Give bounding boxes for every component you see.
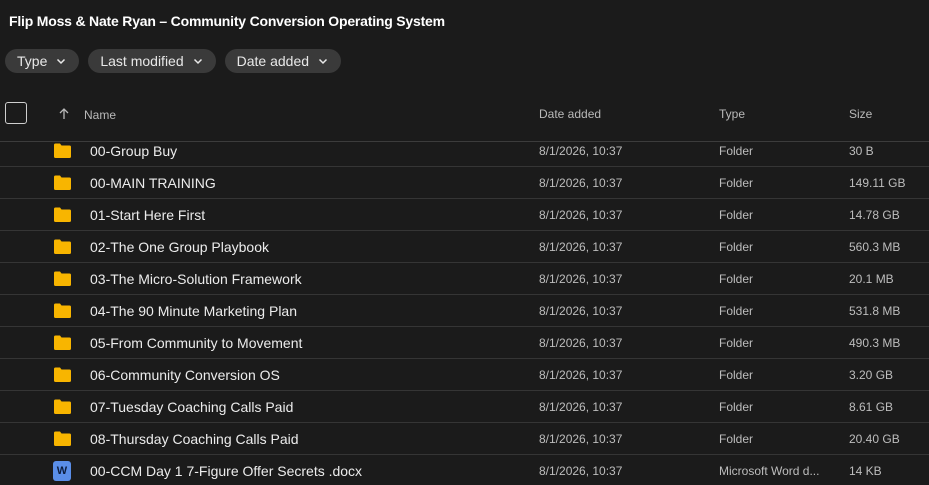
file-size: 3.20 GB	[849, 368, 894, 382]
file-type: Folder	[719, 304, 754, 318]
folder-icon	[54, 239, 71, 254]
file-type: Folder	[719, 208, 754, 222]
table-row[interactable]: W 00-CCM Day 1 7-Figure Offer Secrets .do…	[0, 455, 929, 485]
file-name: 06-Community Conversion OS	[90, 367, 280, 383]
table-row[interactable]: 05-From Community to Movement 8/1/2026, 1…	[0, 327, 929, 359]
filter-last-modified-button[interactable]: Last modified	[88, 49, 216, 73]
file-date-added: 8/1/2026, 10:37	[539, 432, 623, 446]
file-size: 14.78 GB	[849, 208, 900, 222]
filter-bar: Type Last modified Date added	[5, 49, 342, 73]
file-type: Folder	[719, 368, 754, 382]
file-size: 20.1 MB	[849, 272, 894, 286]
file-size: 14 KB	[849, 464, 882, 478]
table-row[interactable]: 00-Group Buy 8/1/2026, 10:37 Folder 30 B	[0, 135, 929, 167]
table-row[interactable]: 00-MAIN TRAINING 8/1/2026, 10:37 Folder 149…	[0, 167, 929, 199]
column-header-name[interactable]: Name	[84, 108, 116, 122]
table-row[interactable]: 02-The One Group Playbook 8/1/2026, 10:37…	[0, 231, 929, 263]
file-size: 8.61 GB	[849, 400, 894, 414]
folder-icon	[54, 431, 71, 446]
file-type: Folder	[719, 432, 754, 446]
file-size: 531.8 MB	[849, 304, 901, 318]
file-date-added: 8/1/2026, 10:37	[539, 144, 623, 158]
table-row[interactable]: 06-Community Conversion OS 8/1/2026, 10:3…	[0, 359, 929, 391]
file-date-added: 8/1/2026, 10:37	[539, 176, 623, 190]
filter-type-button[interactable]: Type	[5, 49, 80, 73]
file-name: 07-Tuesday Coaching Calls Paid	[90, 399, 294, 415]
table-row[interactable]: 01-Start Here First 8/1/2026, 10:37 Folder…	[0, 199, 929, 231]
file-name: 00-Group Buy	[90, 143, 178, 159]
table-row[interactable]: 07-Tuesday Coaching Calls Paid 8/1/2026, …	[0, 391, 929, 423]
file-size: 560.3 MB	[849, 240, 901, 254]
file-size: 490.3 MB	[849, 336, 901, 350]
select-all-checkbox[interactable]	[5, 102, 27, 124]
file-date-added: 8/1/2026, 10:37	[539, 336, 623, 350]
file-type: Microsoft Word d...	[719, 464, 820, 478]
file-date-added: 8/1/2026, 10:37	[539, 464, 623, 478]
word-doc-icon: W	[53, 461, 71, 481]
column-header-size[interactable]: Size	[849, 107, 872, 121]
folder-icon	[54, 367, 71, 382]
table-row[interactable]: 08-Thursday Coaching Calls Paid 8/1/2026,…	[0, 423, 929, 455]
file-date-added: 8/1/2026, 10:37	[539, 400, 623, 414]
file-date-added: 8/1/2026, 10:37	[539, 208, 623, 222]
folder-icon	[54, 143, 71, 158]
file-name: 08-Thursday Coaching Calls Paid	[90, 431, 299, 447]
file-name: 05-From Community to Movement	[90, 335, 303, 351]
file-name: 03-The Micro-Solution Framework	[90, 271, 302, 287]
file-date-added: 8/1/2026, 10:37	[539, 240, 623, 254]
file-list: 00-Group Buy 8/1/2026, 10:37 Folder 30 B 00-…	[0, 135, 929, 485]
folder-icon	[54, 303, 71, 318]
file-size: 20.40 GB	[849, 432, 900, 446]
file-type: Folder	[719, 336, 754, 350]
file-date-added: 8/1/2026, 10:37	[539, 304, 623, 318]
file-name: 00-CCM Day 1 7-Figure Offer Secrets .doc…	[90, 463, 363, 479]
file-date-added: 8/1/2026, 10:37	[539, 272, 623, 286]
filter-type-label: Type	[17, 53, 48, 69]
chevron-down-icon	[57, 58, 66, 65]
file-name: 00-MAIN TRAINING	[90, 175, 216, 191]
file-type: Folder	[719, 400, 754, 414]
filter-last-modified-label: Last modified	[100, 53, 184, 69]
folder-icon	[54, 207, 71, 222]
file-name: 04-The 90 Minute Marketing Plan	[90, 303, 297, 319]
sort-ascending-icon[interactable]	[57, 107, 71, 121]
file-date-added: 8/1/2026, 10:37	[539, 368, 623, 382]
file-name: 02-The One Group Playbook	[90, 239, 269, 255]
file-type: Folder	[719, 176, 754, 190]
file-size: 30 B	[849, 144, 874, 158]
file-type: Folder	[719, 272, 754, 286]
file-name: 01-Start Here First	[90, 207, 206, 223]
file-type: Folder	[719, 240, 754, 254]
filter-date-added-label: Date added	[236, 53, 310, 69]
folder-icon	[54, 175, 71, 190]
column-header-type[interactable]: Type	[719, 107, 745, 121]
file-size: 149.11 GB	[849, 176, 906, 190]
table-row[interactable]: 03-The Micro-Solution Framework 8/1/2026,…	[0, 263, 929, 295]
folder-icon	[54, 399, 71, 414]
chevron-down-icon	[193, 58, 202, 65]
folder-icon	[54, 335, 71, 350]
table-row[interactable]: 04-The 90 Minute Marketing Plan 8/1/2026,…	[0, 295, 929, 327]
folder-icon	[54, 271, 71, 286]
filter-date-added-button[interactable]: Date added	[224, 49, 342, 73]
chevron-down-icon	[319, 58, 328, 65]
file-type: Folder	[719, 144, 754, 158]
column-header-date-added[interactable]: Date added	[539, 107, 601, 121]
page-title: Flip Moss & Nate Ryan – Community Conver…	[9, 13, 445, 29]
